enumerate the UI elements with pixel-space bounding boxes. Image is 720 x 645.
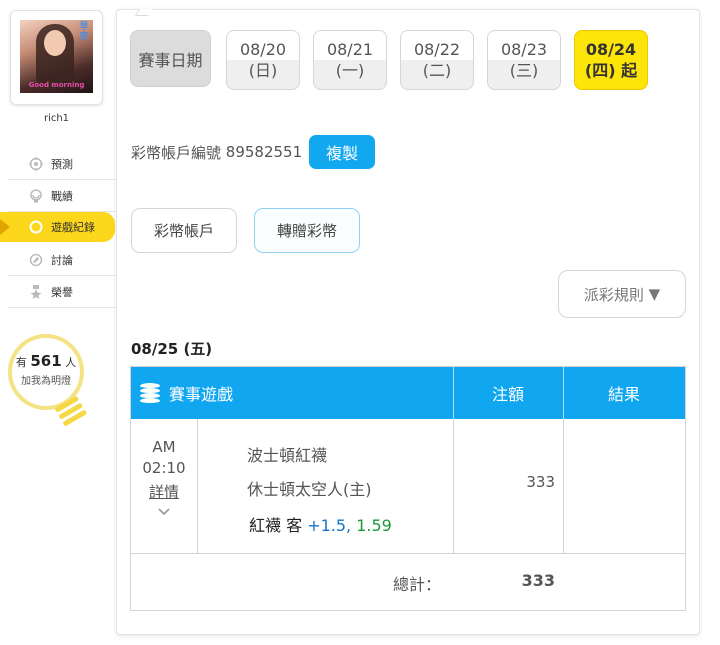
date-button-0820[interactable]: 08/20 (日) — [226, 30, 300, 90]
total-label: 總計： — [393, 575, 442, 594]
detail-link[interactable]: 詳情 — [149, 482, 179, 503]
sidebar-item-game-log[interactable]: 遊戲紀錄 — [0, 212, 115, 242]
avatar-face — [44, 30, 66, 56]
table-row: AM 02:10 詳情 波士頓紅襪 休士頓太空人(主) 紅襪 客 +1.5, 1… — [131, 419, 685, 554]
username[interactable]: rich1 — [10, 113, 103, 124]
tab-transfer-coins[interactable]: 轉贈彩幣 — [254, 208, 361, 253]
match-teams: 波士頓紅襪 休士頓太空人(主) — [247, 439, 372, 507]
sidebar-item-prediction[interactable]: 預測 — [8, 148, 115, 180]
main-panel: 賽事日期 08/20 (日) 08/21 (一) 08/22 (二) 08/23… — [116, 9, 700, 635]
page: 早安 Good morning rich1 預測 戰績 遊戲紀錄 討論 榮譽 有… — [0, 0, 720, 645]
account-label: 彩幣帳戶編號 — [131, 143, 222, 162]
payout-rules-dropdown[interactable]: 派彩規則 ▼ — [558, 270, 686, 318]
coins-icon — [139, 382, 161, 404]
date-button-0823[interactable]: 08/23 (三) — [487, 30, 561, 90]
table-header: 賽事遊戲 注額 結果 — [131, 367, 685, 419]
sidebar-item-label: 預測 — [51, 157, 73, 171]
sidebar: 早安 Good morning rich1 預測 戰績 遊戲紀錄 討論 榮譽 有… — [0, 0, 118, 645]
account-number-line: 彩幣帳戶編號 89582551 複製 — [131, 135, 376, 169]
sidebar-item-label: 戰績 — [51, 189, 73, 203]
bet-table: 賽事遊戲 注額 結果 AM 02:10 詳情 波士頓紅襪 休士頓太空人(主) 紅… — [130, 366, 686, 611]
record-icon — [28, 219, 44, 235]
date-button-0824[interactable]: 08/24 (四) 起 — [574, 30, 648, 90]
sidebar-item-record[interactable]: 戰績 — [8, 180, 115, 212]
day-title: 08/25 (五) — [131, 340, 213, 358]
total-value: 333 — [521, 571, 555, 590]
game-time: AM 02:10 詳情 — [131, 437, 197, 517]
pick-team: 紅襪 客 — [249, 516, 303, 535]
sidebar-item-honor[interactable]: 榮譽 — [8, 276, 115, 308]
stake-amount: 333 — [526, 473, 555, 491]
sidebar-item-discussion[interactable]: 討論 — [8, 244, 115, 276]
pick-handicap: +1.5, — [307, 516, 352, 535]
avatar-badge: 早安 — [79, 22, 89, 42]
avatar-caption: Good morning — [28, 81, 85, 89]
sidebar-item-label: 討論 — [51, 253, 73, 267]
game-clock: 02:10 — [142, 459, 186, 477]
header-result: 結果 — [607, 385, 640, 404]
date-selector: 賽事日期 08/20 (日) 08/21 (一) 08/22 (二) 08/23… — [130, 30, 661, 90]
game-ampm: AM — [152, 438, 176, 456]
date-selector-label: 賽事日期 — [130, 30, 211, 87]
copy-button[interactable]: 複製 — [309, 135, 376, 169]
bet-pick: 紅襪 客 +1.5, 1.59 — [249, 512, 392, 536]
pick-odds: 1.59 — [356, 516, 392, 535]
target-icon — [28, 156, 44, 172]
discuss-icon — [28, 252, 44, 268]
date-button-0822[interactable]: 08/22 (二) — [400, 30, 474, 90]
header-game: 賽事遊戲 — [131, 367, 453, 419]
home-team: 休士頓太空人(主) — [247, 480, 372, 499]
payout-rules-label: 派彩規則 — [583, 285, 644, 304]
sidebar-menu: 預測 戰績 遊戲紀錄 討論 榮譽 — [0, 148, 115, 308]
trophy-icon — [28, 188, 44, 204]
sidebar-item-label: 遊戲紀錄 — [51, 221, 95, 234]
avatar-card[interactable]: 早安 Good morning — [10, 10, 103, 105]
total-row: 總計： 333 — [131, 555, 685, 610]
account-number: 89582551 — [225, 143, 303, 161]
chevron-down-icon: ▼ — [648, 285, 661, 303]
chevron-down-icon[interactable] — [158, 505, 170, 517]
account-tabs: 彩幣帳戶 轉贈彩幣 — [131, 208, 377, 253]
follower-count: 有 561 人 — [15, 352, 77, 370]
tab-coin-account[interactable]: 彩幣帳戶 — [131, 208, 238, 253]
medal-icon — [28, 284, 44, 300]
follower-caption: 加我為明燈 — [21, 376, 71, 387]
sidebar-item-label: 榮譽 — [51, 285, 73, 299]
header-stake: 注額 — [491, 385, 524, 404]
away-team: 波士頓紅襪 — [247, 446, 328, 465]
date-button-0821[interactable]: 08/21 (一) — [313, 30, 387, 90]
avatar[interactable]: 早安 Good morning — [20, 20, 93, 93]
lightbulb-follow-widget[interactable]: 有 561 人 加我為明燈 — [8, 334, 88, 434]
